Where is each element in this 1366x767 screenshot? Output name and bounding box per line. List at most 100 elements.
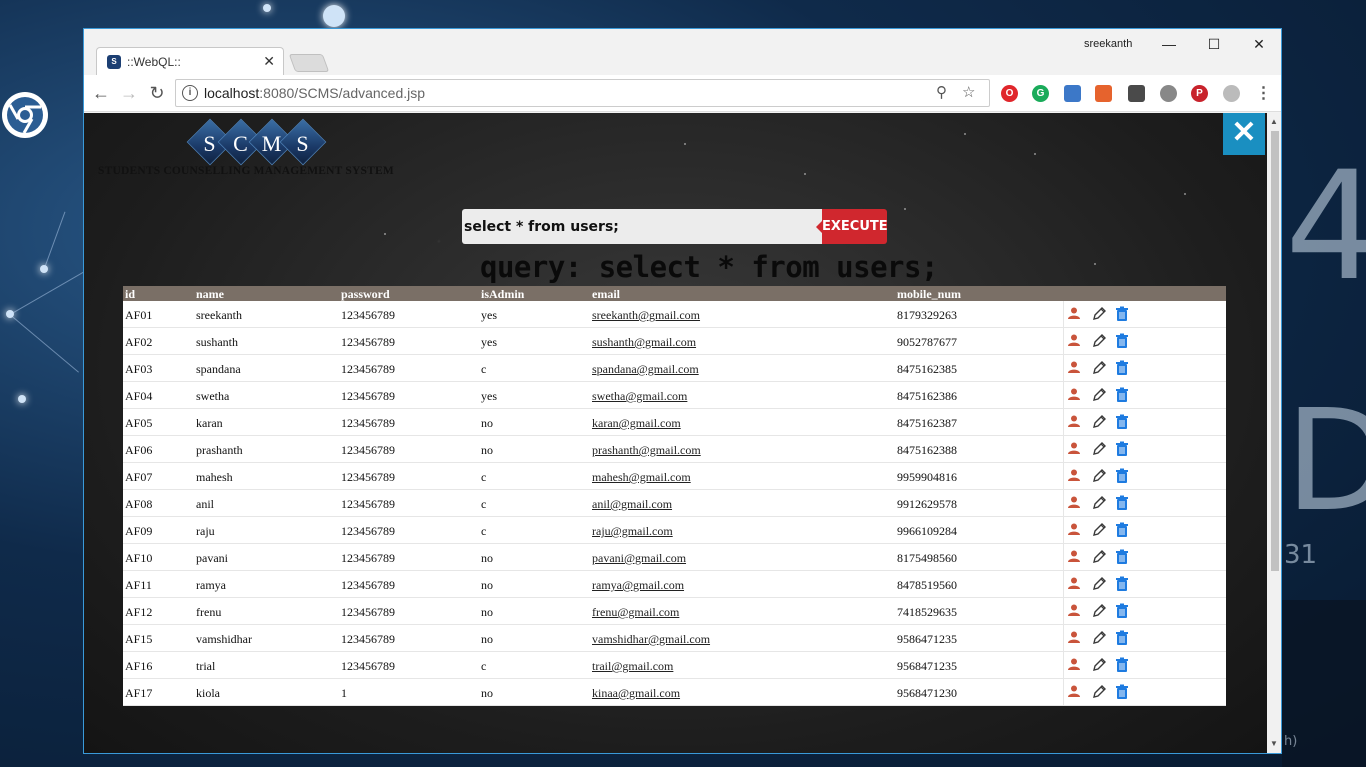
- address-url[interactable]: localhost:8080/SCMS/advanced.jsp: [204, 85, 425, 101]
- vertical-scrollbar[interactable]: ▲ ▼: [1267, 113, 1281, 753]
- execute-button[interactable]: EXECUTE: [816, 209, 888, 244]
- query-input[interactable]: [462, 209, 824, 244]
- cell-email[interactable]: swetha@gmail.com: [592, 389, 687, 404]
- cell-email[interactable]: karan@gmail.com: [592, 416, 681, 431]
- edit-pencil-icon[interactable]: [1091, 333, 1107, 349]
- delete-trash-icon[interactable]: [1115, 468, 1131, 484]
- user-icon[interactable]: [1067, 441, 1083, 457]
- delete-trash-icon[interactable]: [1115, 414, 1131, 430]
- delete-trash-icon[interactable]: [1115, 630, 1131, 646]
- zoom-icon[interactable]: ⚲: [936, 83, 947, 101]
- cell-password: 123456789: [341, 659, 395, 673]
- user-icon[interactable]: [1067, 495, 1083, 511]
- delete-trash-icon[interactable]: [1115, 603, 1131, 619]
- cell-email[interactable]: kinaa@gmail.com: [592, 686, 680, 701]
- edit-pencil-icon[interactable]: [1091, 360, 1107, 376]
- delete-trash-icon[interactable]: [1115, 333, 1131, 349]
- cell-email[interactable]: spandana@gmail.com: [592, 362, 699, 377]
- cell-email[interactable]: trail@gmail.com: [592, 659, 673, 674]
- cell-email[interactable]: raju@gmail.com: [592, 524, 673, 539]
- menu-kebab-icon[interactable]: ⋮: [1255, 85, 1272, 102]
- user-icon[interactable]: [1067, 576, 1083, 592]
- cell-email[interactable]: prashanth@gmail.com: [592, 443, 701, 458]
- forward-arrow-icon[interactable]: →: [118, 82, 140, 104]
- pinterest-extension-icon[interactable]: P: [1191, 85, 1208, 102]
- close-window-button[interactable]: ✕: [1242, 33, 1276, 55]
- generic-extension-icon[interactable]: [1223, 85, 1240, 102]
- delete-trash-icon[interactable]: [1115, 522, 1131, 538]
- grammarly-extension-icon[interactable]: G: [1032, 85, 1049, 102]
- edit-pencil-icon[interactable]: [1091, 603, 1107, 619]
- user-icon[interactable]: [1067, 360, 1083, 376]
- address-bar[interactable]: i localhost:8080/SCMS/advanced.jsp ⚲ ☆: [175, 79, 990, 107]
- edit-pencil-icon[interactable]: [1091, 495, 1107, 511]
- office-extension-icon[interactable]: [1095, 85, 1112, 102]
- delete-trash-icon[interactable]: [1115, 495, 1131, 511]
- cell-email[interactable]: mahesh@gmail.com: [592, 470, 691, 485]
- scroll-up-arrow-icon[interactable]: ▲: [1270, 117, 1278, 126]
- edit-pencil-icon[interactable]: [1091, 468, 1107, 484]
- user-icon[interactable]: [1067, 333, 1083, 349]
- browser-tab[interactable]: S ::WebQL:: ✕: [96, 47, 284, 76]
- reload-icon[interactable]: ↻: [146, 82, 168, 104]
- tab-close-icon[interactable]: ✕: [263, 53, 275, 70]
- cell-email[interactable]: vamshidhar@gmail.com: [592, 632, 710, 647]
- audio-extension-icon[interactable]: [1160, 85, 1177, 102]
- cell-email[interactable]: pavani@gmail.com: [592, 551, 686, 566]
- edit-pencil-icon[interactable]: [1091, 522, 1107, 538]
- user-icon[interactable]: [1067, 549, 1083, 565]
- user-icon[interactable]: [1067, 468, 1083, 484]
- edit-pencil-icon[interactable]: [1091, 630, 1107, 646]
- edit-pencil-icon[interactable]: [1091, 306, 1107, 322]
- cube-extension-icon[interactable]: [1064, 85, 1081, 102]
- cell-isadmin: c: [481, 470, 487, 484]
- minimize-button[interactable]: —: [1152, 33, 1186, 55]
- scroll-down-arrow-icon[interactable]: ▼: [1270, 739, 1278, 748]
- user-icon[interactable]: [1067, 684, 1083, 700]
- user-icon[interactable]: [1067, 414, 1083, 430]
- profile-name[interactable]: sreekanth: [1084, 38, 1132, 50]
- close-icon[interactable]: ✕: [1223, 113, 1265, 155]
- chrome-desktop-icon[interactable]: [2, 92, 48, 138]
- scroll-thumb[interactable]: [1271, 131, 1279, 571]
- user-icon[interactable]: [1067, 387, 1083, 403]
- user-icon[interactable]: [1067, 522, 1083, 538]
- opera-extension-icon[interactable]: O: [1001, 85, 1018, 102]
- delete-trash-icon[interactable]: [1115, 576, 1131, 592]
- edit-pencil-icon[interactable]: [1091, 387, 1107, 403]
- delete-trash-icon[interactable]: [1115, 306, 1131, 322]
- delete-trash-icon[interactable]: [1115, 684, 1131, 700]
- user-icon[interactable]: [1067, 603, 1083, 619]
- delete-trash-icon[interactable]: [1115, 657, 1131, 673]
- new-tab-button[interactable]: [288, 54, 330, 72]
- maximize-button[interactable]: ☐: [1197, 33, 1231, 55]
- cell-name: prashanth: [196, 443, 243, 457]
- cell-email[interactable]: ramya@gmail.com: [592, 578, 684, 593]
- bookmark-star-icon[interactable]: ☆: [962, 83, 975, 101]
- edit-pencil-icon[interactable]: [1091, 549, 1107, 565]
- edit-pencil-icon[interactable]: [1091, 414, 1107, 430]
- delete-trash-icon[interactable]: [1115, 441, 1131, 457]
- edit-pencil-icon[interactable]: [1091, 684, 1107, 700]
- cell-email[interactable]: sushanth@gmail.com: [592, 335, 696, 350]
- info-icon[interactable]: i: [182, 85, 198, 101]
- column-header-password: password: [341, 287, 390, 301]
- delete-trash-icon[interactable]: [1115, 360, 1131, 376]
- cell-email[interactable]: anil@gmail.com: [592, 497, 672, 512]
- cell-password: 123456789: [341, 389, 395, 403]
- cell-email[interactable]: frenu@gmail.com: [592, 605, 679, 620]
- back-arrow-icon[interactable]: ←: [90, 82, 112, 104]
- colorpicker-extension-icon[interactable]: [1128, 85, 1145, 102]
- edit-pencil-icon[interactable]: [1091, 657, 1107, 673]
- edit-pencil-icon[interactable]: [1091, 441, 1107, 457]
- delete-trash-icon[interactable]: [1115, 549, 1131, 565]
- user-icon[interactable]: [1067, 306, 1083, 322]
- delete-trash-icon[interactable]: [1115, 387, 1131, 403]
- edit-pencil-icon[interactable]: [1091, 576, 1107, 592]
- user-icon[interactable]: [1067, 630, 1083, 646]
- cell-mobile: 9586471235: [897, 632, 957, 646]
- user-icon[interactable]: [1067, 657, 1083, 673]
- logo-subtitle: STUDENTS COUNSELLING MANAGEMENT SYSTEM: [98, 165, 394, 177]
- column-header-isadmin: isAdmin: [481, 287, 525, 301]
- cell-email[interactable]: sreekanth@gmail.com: [592, 308, 700, 323]
